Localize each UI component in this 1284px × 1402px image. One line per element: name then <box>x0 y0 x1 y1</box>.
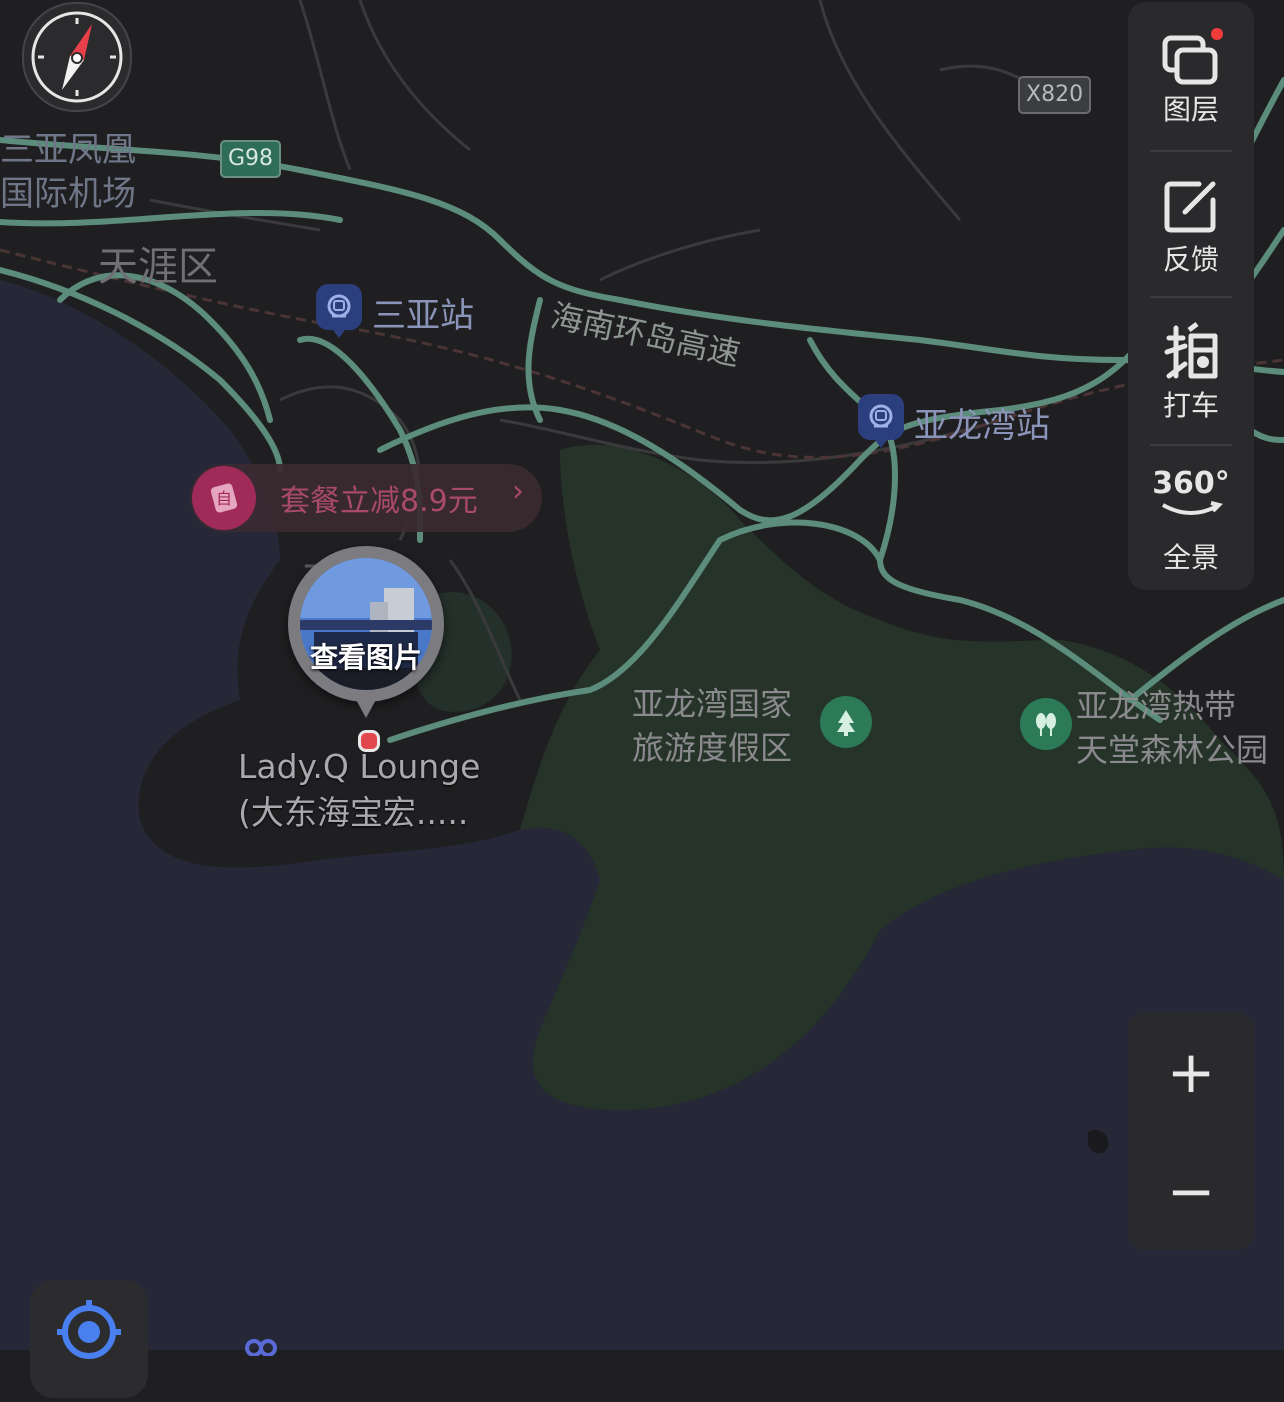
airport-label-line2: 国际机场 <box>0 174 136 214</box>
ticket-icon: 自 <box>192 466 256 530</box>
poi-label-line2: 天堂森林公园 <box>1076 731 1269 769</box>
panorama-badge-text: 360° <box>1152 466 1230 501</box>
poi-label-yalongwan-resort[interactable]: 亚龙湾国家 旅游度假区 <box>632 682 792 770</box>
airport-label-line1: 三亚凤凰 <box>0 130 136 170</box>
poi-name-line1: Lady.Q Lounge <box>238 747 481 786</box>
layers-label: 图层 <box>1162 93 1219 126</box>
poi-name-label[interactable]: Lady.Q Lounge (大东海宝宏..... <box>238 744 480 836</box>
park-tree-icon[interactable] <box>1020 698 1072 750</box>
zoom-controls: + − <box>1128 1012 1254 1250</box>
feedback-button[interactable]: 反馈 <box>1128 152 1254 298</box>
compass-button[interactable] <box>22 2 132 112</box>
poi-label-line2: 旅游度假区 <box>632 729 793 767</box>
train-icon <box>327 294 351 318</box>
pine-tree-icon <box>837 710 855 736</box>
map-canvas[interactable] <box>0 0 1284 1350</box>
taxi-button[interactable]: 打车 <box>1128 298 1254 444</box>
rotate-arrow-icon <box>1162 501 1223 515</box>
train-station-icon[interactable] <box>316 284 362 338</box>
poi-label-line1: 亚龙湾热带 <box>1076 687 1237 725</box>
layers-button[interactable]: 图层 <box>1128 2 1254 148</box>
locate-icon <box>57 1300 121 1359</box>
layers-icon <box>1162 28 1223 85</box>
panorama-label: 全景 <box>1162 541 1219 574</box>
train-station-icon[interactable] <box>858 394 904 448</box>
user-location-icon <box>245 1339 277 1356</box>
zoom-out-button[interactable]: − <box>1128 1131 1254 1250</box>
road-shield-x820: X820 <box>1018 76 1092 114</box>
airport-label[interactable]: 三亚凤凰 国际机场 <box>0 128 136 216</box>
view-photo-label[interactable]: 查看图片 <box>288 636 444 676</box>
edit-icon <box>1164 181 1216 233</box>
poi-label-tropical-forest[interactable]: 亚龙湾热带 天堂森林公园 <box>1076 684 1268 772</box>
locate-button[interactable] <box>30 1280 148 1398</box>
photo-pin-tail <box>354 696 378 718</box>
promo-text: 套餐立减8.9元 <box>280 484 478 519</box>
district-label-tianya: 天涯区 <box>98 244 218 290</box>
poi-label-line1: 亚龙湾国家 <box>632 685 793 723</box>
feedback-label: 反馈 <box>1162 243 1219 276</box>
taxi-icon <box>1164 322 1218 379</box>
poi-name-line2: (大东海宝宏..... <box>238 793 469 832</box>
photo-pin[interactable] <box>288 546 444 702</box>
highway-shield-g98: G98 <box>220 140 282 178</box>
deciduous-tree-icon <box>1036 713 1056 736</box>
panorama-icon: 360° <box>1128 466 1254 519</box>
chevron-right-icon: › <box>512 474 524 509</box>
park-tree-icon[interactable] <box>820 696 872 748</box>
map-tools-panel: 图层 反馈 打车 360° 全景 <box>1128 2 1254 590</box>
station-label-sanya[interactable]: 三亚站 <box>372 288 474 337</box>
promo-bubble[interactable]: 自 套餐立减8.9元 › <box>190 464 542 532</box>
zoom-in-button[interactable]: + <box>1128 1012 1254 1131</box>
compass-icon <box>31 11 123 103</box>
station-label-yalongwan[interactable]: 亚龙湾站 <box>914 398 1050 447</box>
svg-text:自: 自 <box>216 489 232 508</box>
taxi-label: 打车 <box>1162 389 1219 422</box>
panorama-button[interactable]: 360° 全景 <box>1128 446 1254 592</box>
train-icon <box>869 404 893 428</box>
